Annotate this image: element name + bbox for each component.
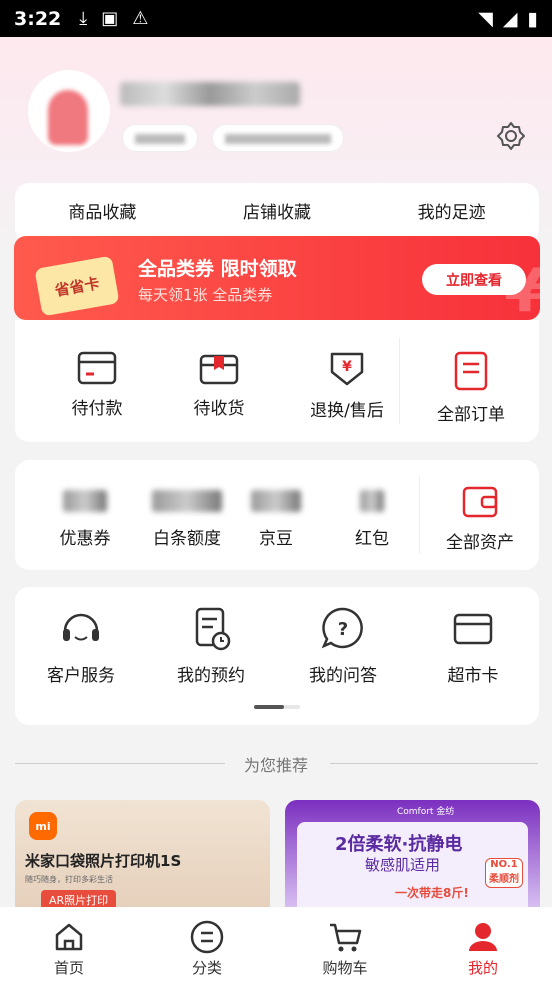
svg-text:?: ? [338, 619, 348, 640]
nav-label: 我的 [467, 959, 498, 977]
tab-store-favorites[interactable]: 店铺收藏 [243, 198, 311, 229]
nav-label: 分类 [191, 959, 222, 977]
coupon-banner[interactable]: 省省卡 全品类券 限时领取 每天领1张 全品类券 立即查看 ¥ [14, 236, 540, 320]
product-tagline: 随巧随身，打印多彩生活 [25, 875, 113, 884]
asset-all[interactable]: 全部资产 [425, 482, 535, 553]
asset-baitiao-credit[interactable]: 白条额度 [139, 490, 235, 549]
refund-icon: ¥ [330, 352, 364, 386]
nav-cart[interactable]: 购物车 [305, 919, 385, 978]
redacted-value [63, 490, 107, 512]
question-icon: ? [321, 607, 363, 649]
card-icon [453, 613, 493, 645]
service-customer-support[interactable]: 客户服务 [35, 605, 127, 686]
decoration-icon: ¥ [504, 256, 540, 320]
service-label: 我的预约 [177, 666, 245, 686]
savings-card-tag: 省省卡 [34, 255, 120, 317]
order-pending-payment[interactable]: 待付款 [59, 350, 135, 419]
service-supermarket-card[interactable]: 超市卡 [429, 605, 517, 686]
product-promo: 一次带走8斤! [395, 886, 469, 900]
recommend-title: 为您推荐 [243, 756, 308, 775]
username-redacted [120, 82, 300, 106]
headset-icon [63, 613, 99, 641]
wifi-icon: ◥ [478, 7, 493, 30]
product-name: 米家口袋照片打印机1S [25, 852, 182, 870]
banner-subtitle: 每天领1张 全品类券 [138, 286, 273, 304]
order-label: 全部订单 [437, 405, 505, 425]
banner-title: 全品类券 限时领取 [138, 258, 297, 280]
wallet-icon [462, 486, 498, 518]
settings-gear-icon[interactable] [495, 120, 527, 152]
package-icon [199, 354, 239, 385]
product-card[interactable]: mi 米家口袋照片打印机1S 随巧随身，打印多彩生活 AR照片打印 [15, 800, 270, 910]
asset-label: 全部资产 [446, 533, 514, 553]
appointment-icon [195, 607, 231, 651]
status-time: 3:22 [14, 7, 62, 30]
nav-home[interactable]: 首页 [29, 919, 109, 978]
collection-tabs: 商品收藏 店铺收藏 我的足迹 [15, 183, 539, 243]
download-icon: ⤓ [79, 8, 88, 29]
app-notification-icon: ▣ [101, 8, 119, 29]
page-indicator [254, 705, 300, 709]
order-refund-aftersale[interactable]: ¥ 退换/售后 [295, 350, 399, 421]
member-badge[interactable] [122, 124, 198, 152]
home-icon [55, 923, 83, 951]
mi-brand-icon: mi [29, 812, 57, 840]
product-badge: NO.1 柔顺剂 [485, 858, 523, 888]
bottom-nav: 首页 分类 购物车 我的 [0, 907, 552, 985]
order-pending-receipt[interactable]: 待收货 [181, 350, 257, 419]
avatar[interactable] [28, 70, 110, 152]
tab-product-favorites[interactable]: 商品收藏 [68, 198, 136, 229]
order-all[interactable]: 全部订单 [415, 350, 527, 425]
cart-icon [330, 923, 362, 952]
profile-icon [469, 923, 497, 951]
assets-panel: 优惠券 白条额度 京豆 红包 全部资产 [15, 460, 539, 570]
nav-profile[interactable]: 我的 [443, 919, 523, 978]
asset-coupons[interactable]: 优惠券 [43, 490, 127, 549]
service-qna[interactable]: ? 我的问答 [297, 605, 389, 686]
orders-panel: 待付款 待收货 ¥ 退换/售后 全部订单 [15, 320, 539, 442]
nav-label: 首页 [53, 959, 84, 977]
warning-icon: ⚠ [132, 8, 149, 29]
asset-red-packets[interactable]: 红包 [337, 490, 407, 549]
service-label: 客户服务 [47, 666, 115, 686]
redacted-value [251, 490, 301, 512]
redacted-value [152, 490, 222, 512]
product-headline: 2倍柔软·抗静电 [335, 834, 463, 855]
service-appointments[interactable]: 我的预约 [165, 605, 257, 686]
account-badge[interactable] [212, 124, 344, 152]
order-label: 待收货 [193, 399, 245, 419]
divider [399, 338, 400, 424]
nav-label: 购物车 [322, 959, 368, 977]
service-label: 超市卡 [447, 666, 499, 686]
product-subheadline: 敏感肌适用 [365, 856, 441, 874]
category-icon [190, 920, 224, 954]
asset-label: 京豆 [259, 529, 293, 549]
service-label: 我的问答 [309, 666, 377, 686]
tab-footprints[interactable]: 我的足迹 [418, 198, 486, 229]
wallet-card-icon [77, 351, 117, 385]
asset-label: 白条额度 [153, 529, 221, 549]
product-card[interactable]: Comfort 金纺 2倍柔软·抗静电 敏感肌适用 NO.1 柔顺剂 一次带走8… [285, 800, 540, 910]
battery-icon: ▮ [527, 7, 538, 30]
divider [419, 476, 420, 554]
svg-text:¥: ¥ [342, 359, 352, 375]
asset-label: 红包 [355, 529, 389, 549]
order-list-icon [454, 351, 488, 391]
signal-icon: ◢ [502, 7, 518, 30]
order-label: 退换/售后 [310, 401, 384, 421]
redacted-value [360, 490, 384, 512]
product-brand: Comfort 金纺 [397, 807, 455, 817]
asset-jd-beans[interactable]: 京豆 [241, 490, 311, 549]
asset-label: 优惠券 [59, 529, 111, 549]
order-label: 待付款 [71, 399, 123, 419]
status-bar: 3:22 ⤓ ▣ ⚠ ◥ ◢ ▮ [0, 0, 552, 37]
nav-category[interactable]: 分类 [167, 919, 247, 978]
